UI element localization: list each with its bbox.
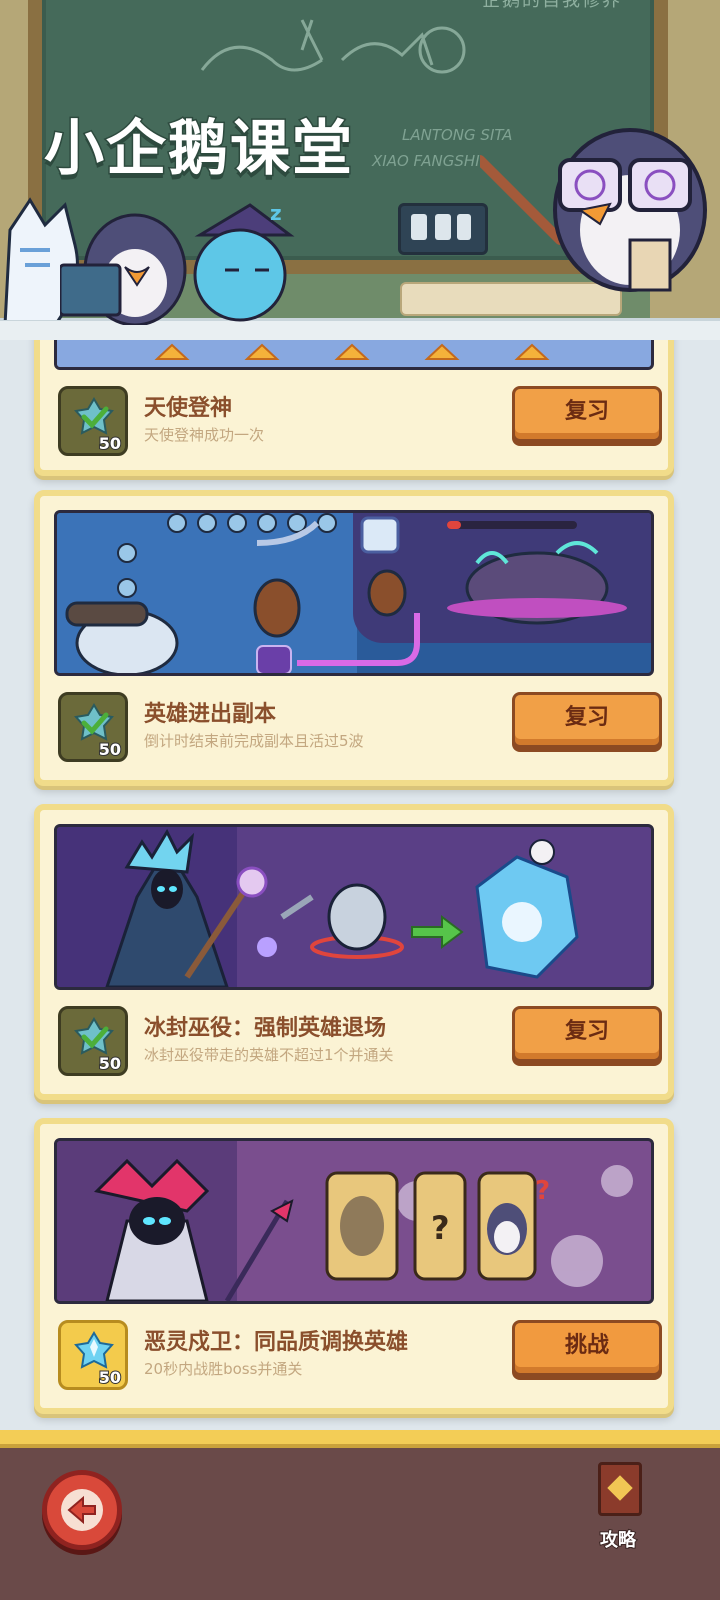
- lesson-description: 倒计时结束前完成副本且活过5波: [144, 732, 364, 750]
- lesson-info: 50 天使登神 天使登神成功一次 复习: [54, 378, 662, 468]
- lesson-illustration: [54, 340, 654, 370]
- lesson-card: 50 天使登神 天使登神成功一次 复习: [34, 340, 674, 476]
- green-check-icon: [74, 397, 114, 435]
- lesson-card: ? ? 50 恶灵戍卫：同品质调换英雄 20秒内战胜boss并通关 挑战: [34, 1118, 674, 1414]
- svg-text:?: ?: [535, 1176, 550, 1206]
- eraser-icon: [398, 203, 488, 255]
- lesson-title: 冰封巫役：强制英雄退场: [144, 1016, 387, 1041]
- lesson-description: 天使登神成功一次: [144, 426, 265, 444]
- svg-text:?: ?: [431, 1209, 450, 1247]
- review-button[interactable]: 复习: [512, 692, 662, 748]
- lesson-illustration: [54, 510, 654, 676]
- lesson-description: 冰封巫役带走的英雄不超过1个并通关: [144, 1046, 394, 1064]
- lesson-illustration: ? ?: [54, 1138, 654, 1304]
- chalk-scribble: XIAO FANGSHI: [372, 152, 480, 170]
- guide-button[interactable]: 攻略: [590, 1460, 660, 1560]
- svg-text:z: z: [270, 201, 282, 225]
- review-button[interactable]: 复习: [512, 1006, 662, 1062]
- reward-amount: 50: [98, 1053, 122, 1074]
- reward-badge: 50: [58, 386, 128, 456]
- lesson-description: 20秒内战胜boss并通关: [144, 1360, 303, 1378]
- bottom-bar-edge: [0, 1430, 720, 1448]
- bottom-bar: 攻略: [0, 1430, 720, 1600]
- challenge-button[interactable]: 挑战: [512, 1320, 662, 1376]
- reward-amount: 50: [98, 1367, 122, 1388]
- hero-dungeon-scene-icon: [65, 513, 627, 673]
- lesson-list[interactable]: 50 天使登神 天使登神成功一次 复习 50 英雄进出副本 倒计时结束前完成副本…: [0, 340, 720, 1430]
- back-button[interactable]: [42, 1470, 122, 1550]
- reward-badge: 50: [58, 1320, 128, 1390]
- lesson-illustration: [54, 824, 654, 990]
- reward-amount: 50: [98, 433, 122, 454]
- green-check-icon: [74, 703, 114, 741]
- lesson-info: 50 恶灵戍卫：同品质调换英雄 20秒内战胜boss并通关 挑战: [54, 1312, 662, 1402]
- sleepy-blue-character-icon: z: [193, 201, 295, 322]
- reward-badge: 50: [58, 1006, 128, 1076]
- lesson-info: 50 冰封巫役：强制英雄退场 冰封巫役带走的英雄不超过1个并通关 复习: [54, 998, 662, 1088]
- blue-crystal-icon: [74, 1331, 114, 1369]
- penguin-teacher-icon: [480, 128, 707, 292]
- page-title: 小企鹅课堂: [43, 113, 354, 186]
- lesson-info: 50 英雄进出副本 倒计时结束前完成副本且活过5波 复习: [54, 684, 662, 774]
- reward-amount: 50: [98, 739, 122, 760]
- review-button[interactable]: 复习: [512, 386, 662, 442]
- chalkboard-text: 企鹅的自我修养: [482, 0, 622, 11]
- flame-row-icon: [154, 343, 550, 360]
- guide-label: 攻略: [599, 1529, 637, 1552]
- evil-guard-scene-icon: ? ?: [94, 1158, 633, 1301]
- lesson-title: 恶灵戍卫：同品质调换英雄: [144, 1330, 409, 1355]
- green-check-icon: [74, 1017, 114, 1055]
- lesson-card: 50 冰封巫役：强制英雄退场 冰封巫役带走的英雄不超过1个并通关 复习: [34, 804, 674, 1100]
- lesson-card: 50 英雄进出副本 倒计时结束前完成副本且活过5波 复习: [34, 490, 674, 786]
- lesson-title: 天使登神: [144, 396, 233, 421]
- chalk-drawing-icon: [200, 19, 466, 74]
- book-icon: [598, 1462, 642, 1516]
- classroom-header: 企鹅的自我修养 LANTONG SITA XIAO FANGSHI 小企鹅课堂 …: [0, 0, 720, 340]
- lesson-title: 英雄进出副本: [144, 702, 277, 727]
- ice-sorcerer-scene-icon: [105, 828, 579, 987]
- reward-badge: 50: [58, 692, 128, 762]
- back-arrow-icon: [61, 1489, 103, 1531]
